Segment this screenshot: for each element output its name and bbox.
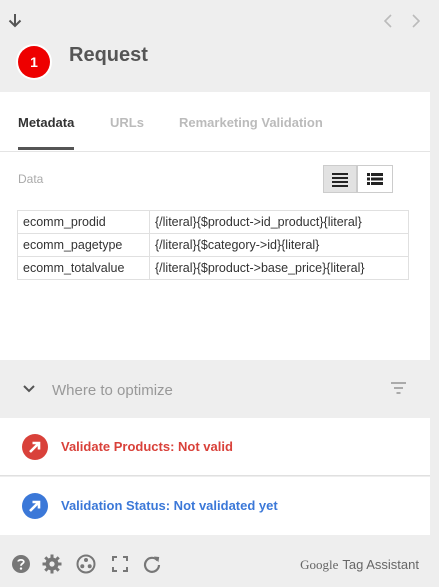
filter-icon[interactable] [391, 382, 406, 394]
list-view-button[interactable] [323, 165, 357, 193]
list-icon [332, 173, 348, 187]
brand-google: Google [300, 557, 339, 572]
where-to-optimize-toggle[interactable]: Where to optimize [0, 362, 439, 416]
arrow-up-right-icon [22, 493, 48, 519]
data-key: ecomm_pagetype [17, 233, 150, 257]
result-item-validate-products[interactable]: Validate Products: Not valid [0, 418, 430, 476]
table-row: ecomm_prodid {/literal}{$product->id_pro… [17, 210, 409, 234]
table-row: ecomm_pagetype {/literal}{$category->id}… [17, 233, 409, 257]
data-table: ecomm_prodid {/literal}{$product->id_pro… [17, 210, 409, 280]
chevron-left-icon[interactable] [381, 13, 395, 29]
arrow-up-right-icon [22, 434, 48, 460]
result-item-validation-status[interactable]: Validation Status: Not validated yet [0, 477, 430, 535]
tab-metadata[interactable]: Metadata [18, 115, 74, 130]
data-value: {/literal}{$product->id_product}{literal… [149, 210, 409, 234]
divider [0, 475, 430, 476]
request-header: 1 Request [0, 0, 439, 92]
data-value: {/literal}{$product->base_price}{literal… [149, 256, 409, 280]
result-text: Validation Status: Not validated yet [61, 498, 278, 513]
data-value: {/literal}{$category->id}{literal} [149, 233, 409, 257]
data-key: ecomm_prodid [17, 210, 150, 234]
record-icon[interactable] [76, 554, 96, 574]
tab-remarketing-validation[interactable]: Remarketing Validation [179, 115, 323, 130]
gear-icon[interactable] [42, 554, 62, 574]
detail-view-button[interactable] [357, 165, 393, 193]
metadata-card: Metadata URLs Remarketing Validation Dat… [0, 92, 430, 360]
data-key: ecomm_totalvalue [17, 256, 150, 280]
where-to-optimize-label: Where to optimize [52, 382, 173, 399]
data-section-label: Data [18, 172, 44, 186]
tab-bar: Metadata URLs Remarketing Validation [0, 92, 430, 152]
arrow-down-icon[interactable] [6, 12, 24, 30]
refresh-icon[interactable] [142, 554, 162, 574]
chevron-right-icon[interactable] [409, 13, 423, 29]
google-tag-assistant-logo: Google Tag Assistant [300, 557, 419, 573]
chevron-down-icon [23, 385, 35, 393]
active-tab-indicator [18, 147, 74, 150]
detail-list-icon [367, 173, 383, 185]
fullscreen-icon[interactable] [110, 554, 130, 574]
request-number-badge: 1 [18, 46, 50, 78]
request-title: Request [69, 44, 148, 66]
tab-urls[interactable]: URLs [110, 115, 144, 130]
table-row: ecomm_totalvalue {/literal}{$product->ba… [17, 256, 409, 280]
brand-product: Tag Assistant [342, 557, 419, 572]
help-icon[interactable] [11, 554, 31, 574]
footer: Google Tag Assistant [0, 540, 439, 587]
result-text: Validate Products: Not valid [61, 439, 233, 454]
